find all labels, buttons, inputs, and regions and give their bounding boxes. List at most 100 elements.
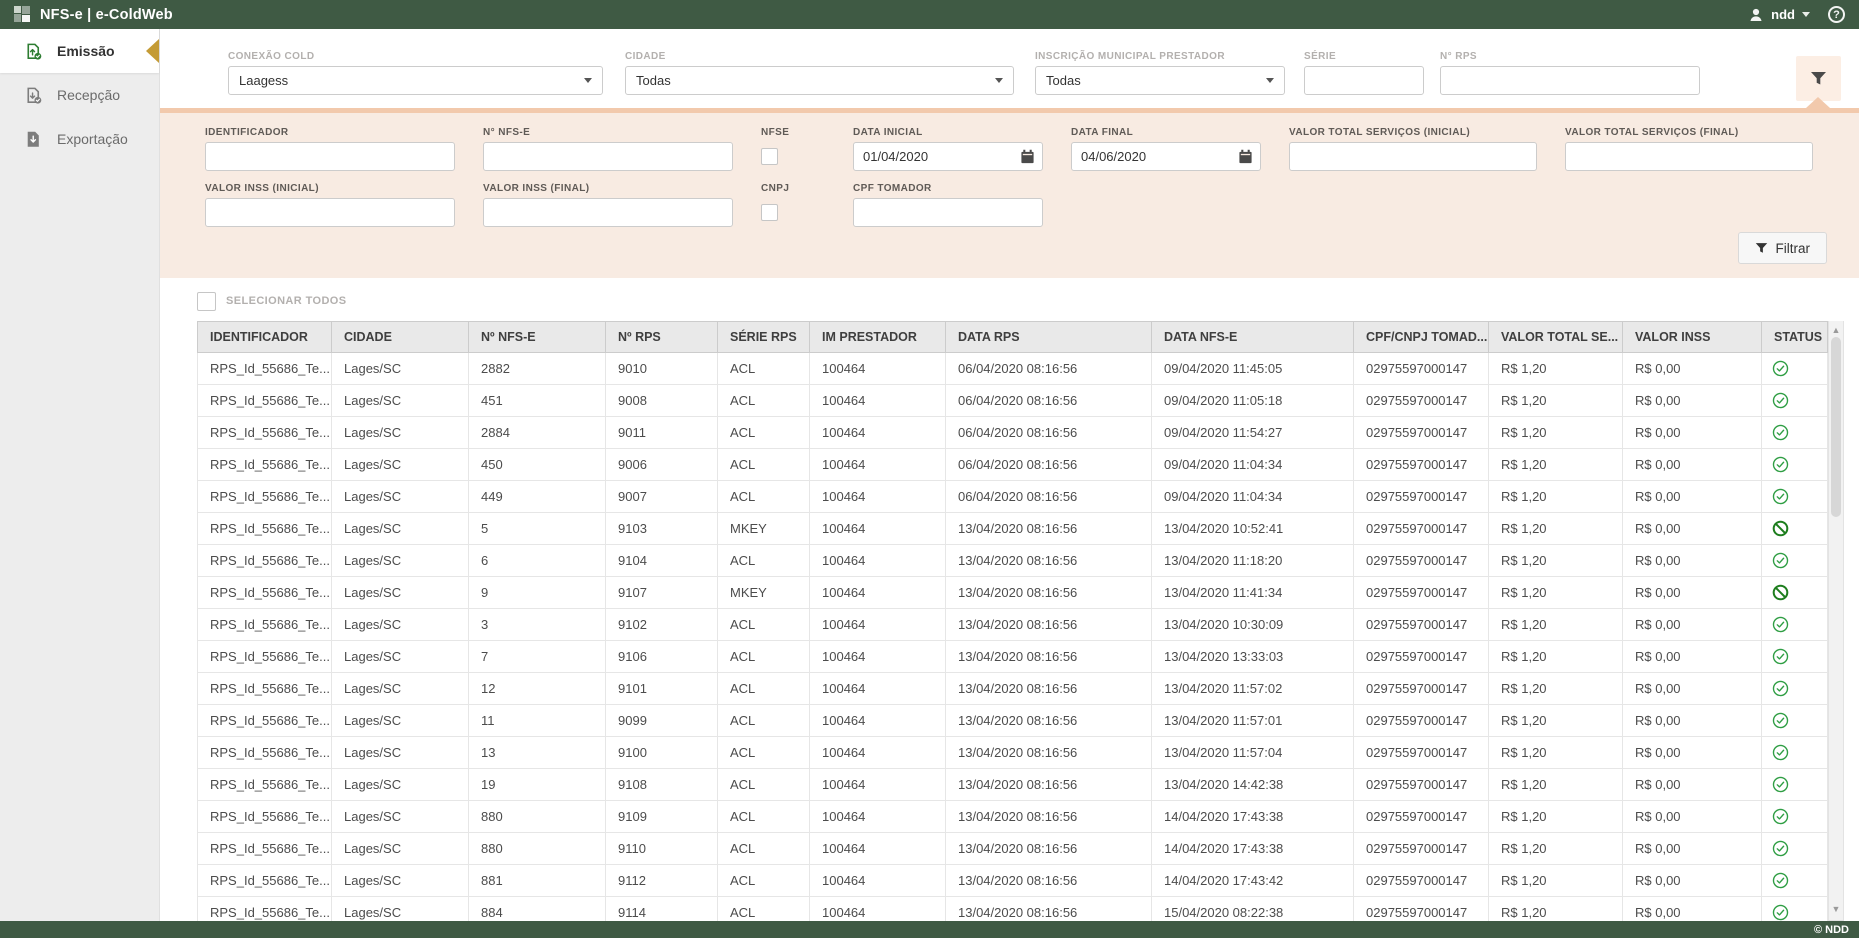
column-header[interactable]: CIDADE (332, 322, 469, 353)
table-row[interactable]: RPS_Id_55686_Te...Lages/SC79106ACL100464… (198, 641, 1828, 673)
cell-nfse: 880 (469, 801, 606, 833)
table-row[interactable]: RPS_Id_55686_Te...Lages/SC69104ACL100464… (198, 545, 1828, 577)
cell-identificador: RPS_Id_55686_Te... (198, 609, 332, 641)
table-row[interactable]: RPS_Id_55686_Te...Lages/SC119099ACL10046… (198, 705, 1828, 737)
data-final-input[interactable] (1071, 142, 1261, 171)
cell-serie: ACL (718, 609, 810, 641)
table-row[interactable]: RPS_Id_55686_Te...Lages/SC8809109ACL1004… (198, 801, 1828, 833)
cell-nfse: 2882 (469, 353, 606, 385)
emission-document-icon (24, 42, 43, 61)
table-row[interactable]: RPS_Id_55686_Te...Lages/SC4519008ACL1004… (198, 385, 1828, 417)
sidebar-item-emissao[interactable]: Emissão (0, 29, 159, 73)
n-nfse-input[interactable] (483, 142, 733, 171)
inscricao-municipal-select[interactable]: Todas (1035, 66, 1285, 95)
status-authorized-icon (1772, 808, 1821, 825)
cell-data_rps: 13/04/2020 08:16:56 (946, 897, 1152, 922)
column-header[interactable]: DATA RPS (946, 322, 1152, 353)
column-header[interactable]: Nº RPS (606, 322, 718, 353)
calendar-icon (1238, 149, 1253, 164)
active-item-arrow (146, 39, 159, 63)
filter-toggle-button[interactable] (1796, 56, 1841, 101)
table-row[interactable]: RPS_Id_55686_Te...Lages/SC99107MKEY10046… (198, 577, 1828, 609)
cell-im: 100464 (810, 641, 946, 673)
cell-data_rps: 13/04/2020 08:16:56 (946, 513, 1152, 545)
table-row[interactable]: RPS_Id_55686_Te...Lages/SC8849114ACL1004… (198, 897, 1828, 922)
scroll-down-icon[interactable]: ▼ (1829, 902, 1843, 916)
cell-cidade: Lages/SC (332, 833, 469, 865)
cell-cpf_cnpj: 02975597000147 (1354, 417, 1489, 449)
column-header[interactable]: DATA NFS-E (1152, 322, 1354, 353)
table-row[interactable]: RPS_Id_55686_Te...Lages/SC129101ACL10046… (198, 673, 1828, 705)
chevron-down-icon (584, 78, 592, 83)
nfse-checkbox[interactable] (761, 148, 778, 165)
column-header[interactable]: VALOR INSS (1623, 322, 1762, 353)
top-bar: NFS-e | e-ColdWeb ndd ? (0, 0, 1859, 29)
table-row[interactable]: RPS_Id_55686_Te...Lages/SC59103MKEY10046… (198, 513, 1828, 545)
table-row[interactable]: RPS_Id_55686_Te...Lages/SC4499007ACL1004… (198, 481, 1828, 513)
identificador-input[interactable] (205, 142, 455, 171)
cell-nfse: 12 (469, 673, 606, 705)
select-all-checkbox[interactable] (197, 292, 216, 311)
cpf-tomador-label: CPF TOMADOR (853, 183, 1043, 194)
cell-data_rps: 13/04/2020 08:16:56 (946, 801, 1152, 833)
valor-total-final-input[interactable] (1565, 142, 1813, 171)
cell-valor_total: R$ 1,20 (1489, 801, 1623, 833)
valor-inss-inicial-input[interactable] (205, 198, 455, 227)
cell-identificador: RPS_Id_55686_Te... (198, 865, 332, 897)
cell-valor_total: R$ 1,20 (1489, 417, 1623, 449)
column-header[interactable]: VALOR TOTAL SE... (1489, 322, 1623, 353)
footer-bar: © NDD (0, 921, 1859, 938)
cell-valor_total: R$ 1,20 (1489, 545, 1623, 577)
cell-serie: ACL (718, 673, 810, 705)
column-header[interactable]: Nº NFS-E (469, 322, 606, 353)
cell-cidade: Lages/SC (332, 737, 469, 769)
cell-serie: ACL (718, 481, 810, 513)
column-header[interactable]: STATUS (1762, 322, 1828, 353)
cell-serie: ACL (718, 865, 810, 897)
column-header[interactable]: IM PRESTADOR (810, 322, 946, 353)
serie-input[interactable] (1304, 66, 1424, 95)
help-icon[interactable]: ? (1828, 6, 1845, 23)
data-inicial-input[interactable] (853, 142, 1043, 171)
table-row[interactable]: RPS_Id_55686_Te...Lages/SC139100ACL10046… (198, 737, 1828, 769)
cell-cpf_cnpj: 02975597000147 (1354, 737, 1489, 769)
column-header[interactable]: SÉRIE RPS (718, 322, 810, 353)
cnpj-checkbox[interactable] (761, 204, 778, 221)
cell-data_rps: 13/04/2020 08:16:56 (946, 545, 1152, 577)
conexao-cold-label: CONEXÃO COLD (228, 51, 603, 62)
cell-rps: 9109 (606, 801, 718, 833)
select-all-label: SELECIONAR TODOS (226, 295, 347, 307)
column-header[interactable]: CPF/CNPJ TOMAD... (1354, 322, 1489, 353)
cell-im: 100464 (810, 609, 946, 641)
cell-nfse: 13 (469, 737, 606, 769)
table-row[interactable]: RPS_Id_55686_Te...Lages/SC8809110ACL1004… (198, 833, 1828, 865)
calendar-icon (1020, 149, 1035, 164)
valor-total-inicial-input[interactable] (1289, 142, 1537, 171)
scrollbar-thumb[interactable] (1831, 337, 1841, 517)
column-header[interactable]: IDENTIFICADOR (198, 322, 332, 353)
sidebar: Emissão Recepção Exportação (0, 29, 160, 921)
table-row[interactable]: RPS_Id_55686_Te...Lages/SC28849011ACL100… (198, 417, 1828, 449)
cell-valor_total: R$ 1,20 (1489, 833, 1623, 865)
scroll-up-icon[interactable]: ▲ (1829, 323, 1843, 337)
sidebar-item-recepcao[interactable]: Recepção (0, 73, 159, 117)
table-row[interactable]: RPS_Id_55686_Te...Lages/SC4509006ACL1004… (198, 449, 1828, 481)
cell-status (1762, 673, 1828, 705)
sidebar-item-exportacao[interactable]: Exportação (0, 117, 159, 161)
table-row[interactable]: RPS_Id_55686_Te...Lages/SC199108ACL10046… (198, 769, 1828, 801)
cell-identificador: RPS_Id_55686_Te... (198, 897, 332, 922)
vertical-scrollbar[interactable]: ▲ ▼ (1828, 321, 1844, 921)
cell-data_rps: 13/04/2020 08:16:56 (946, 641, 1152, 673)
valor-inss-final-input[interactable] (483, 198, 733, 227)
cpf-tomador-input[interactable] (853, 198, 1043, 227)
n-rps-input[interactable] (1440, 66, 1700, 95)
table-row[interactable]: RPS_Id_55686_Te...Lages/SC28829010ACL100… (198, 353, 1828, 385)
filtrar-button[interactable]: Filtrar (1738, 232, 1828, 264)
user-menu[interactable]: ndd (1748, 7, 1810, 23)
conexao-cold-select[interactable]: Laagess (228, 66, 603, 95)
cidade-select[interactable]: Todas (625, 66, 1014, 95)
table-row[interactable]: RPS_Id_55686_Te...Lages/SC8819112ACL1004… (198, 865, 1828, 897)
cell-rps: 9112 (606, 865, 718, 897)
table-row[interactable]: RPS_Id_55686_Te...Lages/SC39102ACL100464… (198, 609, 1828, 641)
cell-valor_inss: R$ 0,00 (1623, 577, 1762, 609)
